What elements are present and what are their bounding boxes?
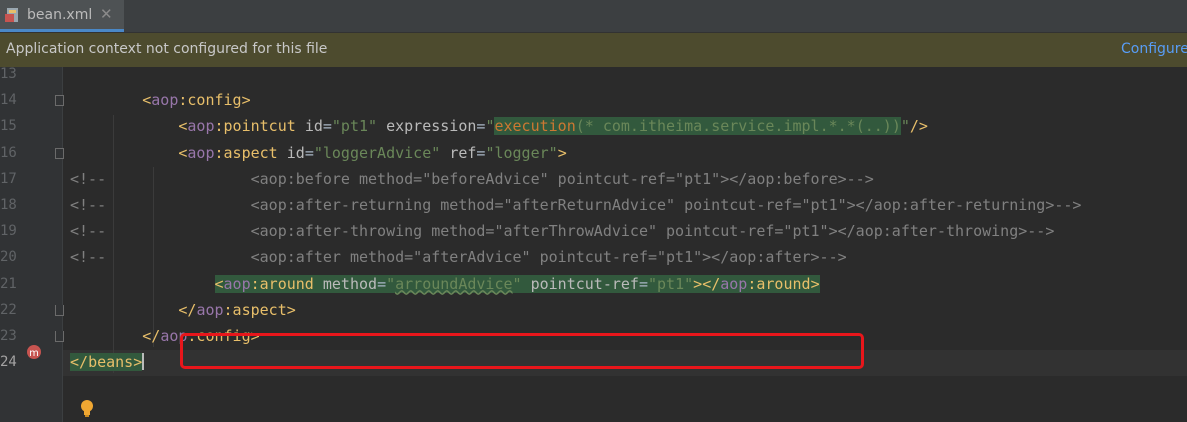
code-editor[interactable]: 13 14 <aop:config> 15 <aop:pointcut id="…	[0, 66, 1187, 422]
close-icon[interactable]: ✕	[100, 5, 113, 23]
code-line: 20 <!-- <aop:after method="afterAdvice" …	[0, 245, 1187, 271]
line-number: 18	[0, 196, 17, 213]
line-number: 22	[0, 301, 17, 318]
code-text: <aop:around method="arroundAdvice" point…	[214, 274, 820, 293]
code-text: <!-- <aop:after method="afterAdvice" poi…	[70, 248, 847, 267]
xml-file-icon	[5, 8, 18, 22]
code-line: 13	[0, 62, 1187, 88]
fold-toggle[interactable]	[55, 95, 64, 107]
code-text: </aop:config>	[142, 326, 260, 345]
line-number: 17	[0, 170, 17, 187]
fold-toggle[interactable]	[55, 304, 64, 316]
code-text: <!-- <aop:after-returning method="afterR…	[70, 195, 1082, 214]
editor-tab-bar: bean.xml ✕	[0, 0, 1187, 33]
spring-method-icon[interactable]: m	[26, 344, 42, 360]
code-line: 19 <!-- <aop:after-throwing method="afte…	[0, 219, 1187, 245]
code-line: 21 <aop:around method="arroundAdvice" po…	[0, 272, 1187, 298]
line-number: 13	[0, 66, 17, 82]
code-text: <aop:pointcut id="pt1" expression="execu…	[178, 117, 928, 136]
fold-toggle[interactable]	[55, 330, 64, 342]
tab-bean-xml[interactable]: bean.xml ✕	[0, 0, 124, 32]
code-text: <!-- <aop:after-throwing method="afterTh…	[70, 222, 1055, 241]
code-line: 18 <!-- <aop:after-returning method="aft…	[0, 193, 1187, 219]
line-number: 19	[0, 223, 17, 240]
code-line: 24 </beans>	[0, 350, 1187, 376]
line-number: 20	[0, 249, 17, 266]
code-line: 14 <aop:config>	[0, 88, 1187, 114]
lightbulb-icon[interactable]	[80, 399, 94, 417]
fold-toggle[interactable]	[55, 147, 64, 159]
line-number: 23	[0, 327, 17, 344]
code-line: 23 </aop:config>	[0, 324, 1187, 350]
code-line: 16 <aop:aspect id="loggerAdvice" ref="lo…	[0, 141, 1187, 167]
code-text: </aop:aspect>	[178, 300, 296, 319]
code-text: </beans>	[70, 353, 145, 372]
code-text: <!-- <aop:before method="beforeAdvice" p…	[70, 169, 874, 188]
line-number: 16	[0, 144, 17, 161]
svg-text:m: m	[29, 348, 39, 359]
code-text: <aop:config>	[142, 91, 251, 110]
line-number: 24	[0, 354, 17, 371]
text-caret	[142, 353, 145, 371]
line-number: 15	[0, 118, 17, 135]
code-text: <aop:aspect id="loggerAdvice" ref="logge…	[178, 143, 567, 162]
line-number: 21	[0, 275, 17, 292]
code-line: 15 <aop:pointcut id="pt1" expression="ex…	[0, 114, 1187, 140]
code-line: 17 <!-- <aop:before method="beforeAdvice…	[0, 167, 1187, 193]
code-line: 22 </aop:aspect>	[0, 298, 1187, 324]
configure-link[interactable]: Configure	[1121, 41, 1187, 57]
line-number: 14	[0, 92, 17, 109]
tab-label: bean.xml	[27, 7, 93, 23]
banner-message: Application context not configured for t…	[6, 41, 328, 57]
code-lines: 13 14 <aop:config> 15 <aop:pointcut id="…	[0, 62, 1187, 376]
